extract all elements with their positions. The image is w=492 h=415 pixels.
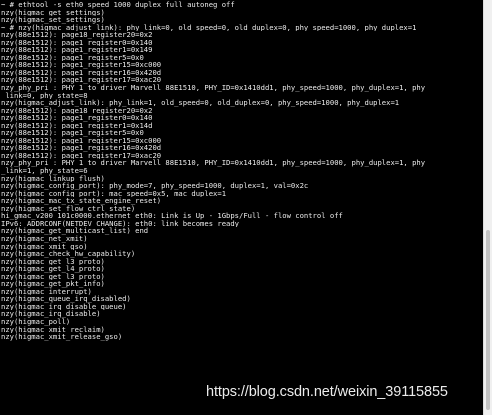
terminal-line: nzy(higmac_queue_irq_disabled) [1, 295, 131, 303]
terminal-line: nzy(higmac_set_flow_ctrl_state) [1, 204, 136, 213]
terminal-line: nzy(higmac_set_settings) [1, 16, 105, 24]
terminal-line: nzy(higmac_irq_disable_queue) [1, 302, 127, 311]
terminal-line: nzy(higmac_config_port): mac_speed=0x5, … [1, 189, 227, 198]
terminal-line: nzy(higmac_get_l4_proto) [1, 265, 105, 273]
terminal-line: nzy(88e1512): page1_register15=0xc000 [1, 61, 162, 69]
terminal-line: nzy(higmac_xmit_reclaim) [1, 325, 105, 334]
terminal-line: nzy(88e1512): page1_register17=0xac20 [1, 76, 162, 85]
terminal-line: nzy(88e1512): page1_register5=0x0 [1, 53, 144, 62]
terminal-line: nzy(88e1512): page1_register1=0x149 [1, 46, 153, 54]
terminal-line: nzy(higmac_irq_disable) [1, 310, 101, 318]
terminal-line: nzy(88e1512): page18_register20=0x2 [1, 106, 153, 115]
terminal-line: nzy(88e1512): page1_register15=0xc000 [1, 136, 162, 145]
terminal-line: nzy(higmac_net_xmit) [1, 234, 88, 243]
terminal-line: nzy_phy_pri : PHY 1 to driver Marvell 88… [1, 159, 426, 168]
terminal-line: nzy(88e1512): page1_register16=0x420d [1, 68, 162, 77]
terminal-line: IPv6: ADDRCONF(NETDEV_CHANGE): eth0: lin… [1, 219, 239, 228]
watermark-text: https://blog.csdn.net/weixin_39115855 [206, 384, 448, 400]
terminal-line: _link=1, phy_state=6 [1, 167, 88, 175]
terminal-line: nzy(higmac_get_multicast_list) end [1, 227, 149, 235]
terminal-line: nzy(88e1512): page1_register0=0x140 [1, 114, 153, 122]
terminal-line: nzy(higmac_config_port): phy_mode=7, phy… [1, 182, 309, 190]
terminal-output[interactable]: ~ # ethtool -s eth0 speed 1000 duplex fu… [0, 0, 483, 415]
terminal-line: nzy(higmac_get_settings) [1, 8, 105, 17]
terminal-line: ~ # nzy(higmac_adjust_link): phy_link=0,… [1, 23, 417, 32]
terminal-line: nzy(higmac_get_l3_proto) [1, 272, 105, 281]
terminal-line: nzy(higmac_check_hw_capability) [1, 250, 136, 258]
scrollbar-thumb[interactable] [486, 230, 490, 410]
terminal-window: ~ # ethtool -s eth0 speed 1000 duplex fu… [0, 0, 492, 415]
terminal-line: nzy(higmac_xmit_gso) [1, 242, 88, 251]
terminal-line: nzy(88e1512): page1_register0=0x140 [1, 38, 153, 47]
terminal-line: nzy(higmac_xmit_release_gso) [1, 333, 123, 341]
terminal-line: nzy(88e1512): page1_register5=0x0 [1, 129, 144, 137]
terminal-line: nzy(higmac_get_pkt_info) [1, 280, 105, 288]
terminal-line: nzy(higmac_get_l3_proto) [1, 257, 105, 266]
terminal-line: nzy(higmac_linkup_flush) [1, 174, 105, 183]
terminal-line: hi_gmac_v200 101c0000.ethernet eth0: Lin… [1, 212, 343, 220]
terminal-line: nzy_phy_pri : PHY 1 to driver Marvell 88… [1, 84, 426, 92]
terminal-line: nzy(88e1512): page1_register1=0x14d [1, 121, 153, 130]
vertical-scrollbar[interactable] [483, 0, 492, 415]
terminal-line: nzy(higmac_interrupt) [1, 287, 92, 296]
terminal-line: ~ # ethtool -s eth0 speed 1000 duplex fu… [1, 1, 235, 9]
terminal-line: nzy(higmac_mac_tx_state_engine_reset) [1, 197, 162, 205]
terminal-line: nzy(higmac_poll) [1, 317, 71, 326]
terminal-line: nzy(higmac_adjust_link): phy_link=1, old… [1, 99, 400, 107]
terminal-line: nzy(88e1512): page1_register16=0x420d [1, 144, 162, 152]
terminal-lines: ~ # ethtool -s eth0 speed 1000 duplex fu… [0, 0, 483, 341]
terminal-line: nzy(88e1512): page1_register17=0xac20 [1, 151, 162, 160]
terminal-line: _link=0, phy_state=8 [1, 91, 88, 100]
terminal-line: nzy(88e1512): page18_register20=0x2 [1, 31, 153, 39]
